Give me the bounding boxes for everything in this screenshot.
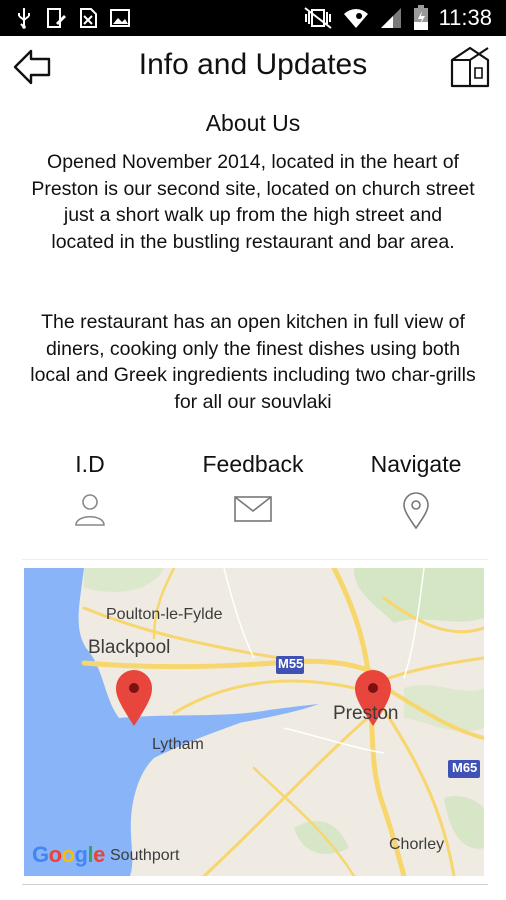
status-time: 11:38 bbox=[438, 5, 492, 30]
divider-bottom bbox=[22, 884, 488, 885]
feedback-action-button[interactable]: Feedback bbox=[183, 448, 323, 524]
map-label-preston: Preston bbox=[333, 703, 399, 724]
map-label-southport: Southport bbox=[110, 847, 180, 864]
id-label: I.D bbox=[75, 451, 105, 477]
google-logo: Google bbox=[32, 842, 105, 867]
map-background bbox=[24, 568, 484, 876]
id-action-button[interactable]: I.D bbox=[20, 448, 160, 526]
status-bar: 11:38 bbox=[0, 0, 506, 36]
signal-icon bbox=[380, 8, 401, 28]
sim-blocked-icon bbox=[80, 8, 97, 28]
phone-edit-icon bbox=[47, 8, 66, 28]
map-label-chorley: Chorley bbox=[389, 836, 445, 853]
vibrate-mute-icon bbox=[303, 7, 332, 29]
about-paragraph-2: The restaurant has an open kitchen in fu… bbox=[30, 311, 476, 413]
wifi-icon bbox=[343, 9, 368, 28]
m55-shield-label: M55 bbox=[278, 656, 304, 671]
about-paragraph-1: Opened November 2014, located in the hea… bbox=[31, 151, 475, 253]
action-row: I.D Feedback Navigate bbox=[0, 448, 506, 538]
battery-icon bbox=[413, 5, 428, 30]
about-heading: About Us bbox=[205, 110, 301, 136]
m65-shield-label: M65 bbox=[452, 760, 478, 775]
map-label-lytham: Lytham bbox=[152, 736, 204, 753]
map-label-blackpool: Blackpool bbox=[88, 637, 171, 658]
location-pin-icon bbox=[403, 492, 429, 530]
feedback-label: Feedback bbox=[202, 451, 304, 477]
map-view[interactable]: Poulton-le-Fylde Blackpool Preston Lytha… bbox=[24, 568, 484, 876]
page-title: Info and Updates bbox=[138, 48, 368, 81]
divider bbox=[22, 559, 488, 560]
app-header: Info and Updates bbox=[0, 36, 506, 98]
image-icon bbox=[110, 9, 130, 27]
map-label-poulton: Poulton-le-Fylde bbox=[106, 606, 223, 623]
home-icon[interactable] bbox=[448, 44, 492, 88]
usb-icon bbox=[18, 8, 30, 29]
person-icon bbox=[75, 494, 105, 526]
navigate-action-button[interactable]: Navigate bbox=[346, 448, 486, 530]
navigate-label: Navigate bbox=[370, 451, 462, 477]
envelope-icon bbox=[234, 496, 272, 522]
